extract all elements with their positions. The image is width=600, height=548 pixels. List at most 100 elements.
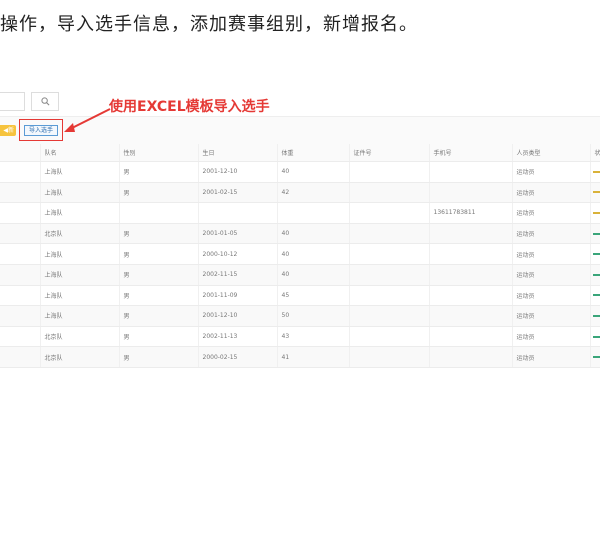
column-header[interactable]: 队名 xyxy=(40,144,120,162)
cell-text xyxy=(0,251,4,258)
cell-text: 运动员 xyxy=(516,272,535,280)
cell-text: 运动员 xyxy=(516,354,535,362)
column-header-label: 手机号 xyxy=(433,150,452,157)
cell-text: 男 xyxy=(123,313,130,321)
table-cell: 男 xyxy=(119,182,199,204)
table-cell: 运动员 xyxy=(512,305,591,327)
table-cell xyxy=(590,285,600,307)
table-cell xyxy=(0,305,41,327)
table-cell: 2001-02-15 xyxy=(198,182,278,204)
status-badge xyxy=(592,335,599,338)
column-header[interactable] xyxy=(0,144,41,162)
cell-text xyxy=(430,354,434,361)
column-header[interactable]: 人员类型 xyxy=(512,144,591,162)
cell-text: 2002-11-13 xyxy=(202,333,238,341)
cell-text: 41 xyxy=(281,353,290,361)
table-cell: 运动员 xyxy=(512,243,591,265)
cell-text: 2001-02-15 xyxy=(202,188,238,196)
table-cell: 男 xyxy=(119,305,199,327)
table-row[interactable]: 上海队 男 2001-12-10 50 运动员 xyxy=(0,305,600,327)
cell-text: 2002-11-15 xyxy=(202,271,238,279)
table-cell xyxy=(429,285,513,307)
cell-text: 2000-10-12 xyxy=(202,250,238,258)
table-row[interactable]: 上海队 男 2000-10-12 40 运动员 xyxy=(0,243,600,265)
table-cell xyxy=(349,305,430,327)
cell-text: 上海队 xyxy=(44,169,63,177)
column-header[interactable]: 体重 xyxy=(277,144,350,162)
table-cell xyxy=(198,202,278,224)
cell-text xyxy=(0,230,4,237)
cell-text: 40 xyxy=(281,168,290,176)
status-badge xyxy=(592,356,599,359)
table-cell xyxy=(429,326,513,348)
table-cell xyxy=(349,346,430,368)
table-cell: 上海队 xyxy=(40,161,120,183)
table-cell: 2001-12-10 xyxy=(198,305,278,327)
table-cell: 运动员 xyxy=(512,182,591,204)
column-header[interactable]: 状 xyxy=(590,144,600,162)
table-header-row: 队名 性别 生日 体重 证件号 手机号 人员类型 状 xyxy=(0,144,600,162)
cell-text xyxy=(350,209,354,216)
cell-text: 13611783811 xyxy=(433,209,476,217)
table-cell: 43 xyxy=(277,326,350,348)
status-badge xyxy=(592,253,599,256)
cell-text xyxy=(0,168,4,175)
table-cell: 北京队 xyxy=(40,346,120,368)
data-grid-panel: ◀新 导入选手 使用EXCEL模板导入选手 队名 性别 生日 体重 证件号 手机号 人员类型… xyxy=(0,86,600,368)
table-cell xyxy=(590,264,600,286)
cell-text: 运动员 xyxy=(516,251,535,259)
table-cell: 运动员 xyxy=(512,223,591,245)
table-cell: 2002-11-15 xyxy=(198,264,278,286)
column-header[interactable]: 证件号 xyxy=(349,144,430,162)
cell-text: 男 xyxy=(123,189,130,197)
cell-text: 运动员 xyxy=(516,292,535,300)
column-header[interactable]: 手机号 xyxy=(429,144,513,162)
cell-text xyxy=(350,292,354,299)
cell-text xyxy=(430,292,434,299)
table-row[interactable]: 北京队 男 2001-01-05 40 运动员 xyxy=(0,223,600,245)
table-cell: 运动员 xyxy=(512,326,591,348)
cell-text: 男 xyxy=(123,169,130,177)
cell-text: 上海队 xyxy=(44,189,63,197)
column-header[interactable]: 生日 xyxy=(198,144,278,162)
table-row[interactable]: 北京队 男 2002-11-13 43 运动员 xyxy=(0,326,600,348)
cell-text xyxy=(350,189,354,196)
table-cell xyxy=(590,326,600,348)
table-cell xyxy=(590,202,600,224)
players-table: 队名 性别 生日 体重 证件号 手机号 人员类型状 上海队男 2001-12-10 40 运动员上… xyxy=(0,144,600,368)
table-row[interactable]: 上海队 男 2001-02-15 42 运动员 xyxy=(0,182,600,204)
cell-text: 42 xyxy=(281,188,290,196)
table-cell: 男 xyxy=(119,346,199,368)
cell-text: 40 xyxy=(281,230,290,238)
cell-text xyxy=(350,230,354,237)
table-cell: 上海队 xyxy=(40,182,120,204)
table-cell: 2001-01-05 xyxy=(198,223,278,245)
table-cell: 北京队 xyxy=(40,326,120,348)
table-cell: 运动员 xyxy=(512,285,591,307)
cell-text: 运动员 xyxy=(516,169,535,177)
cell-text: 45 xyxy=(281,291,290,299)
status-badge xyxy=(592,191,599,194)
column-header[interactable]: 性别 xyxy=(119,144,199,162)
cell-text: 北京队 xyxy=(44,231,63,239)
table-cell xyxy=(429,182,513,204)
table-cell: 运动员 xyxy=(512,264,591,286)
table-cell: 50 xyxy=(277,305,350,327)
table-cell xyxy=(349,326,430,348)
table-cell: 上海队 xyxy=(40,305,120,327)
table-row[interactable]: 北京队 男 2000-02-15 41 运动员 xyxy=(0,346,600,368)
table-cell: 上海队 xyxy=(40,202,120,224)
table-row[interactable]: 上海队 13611783811 运动员 xyxy=(0,202,600,224)
cell-text xyxy=(0,189,4,196)
table-cell: 男 xyxy=(119,223,199,245)
annotation-text: 使用EXCEL模板导入选手 xyxy=(109,99,270,115)
table-row[interactable]: 上海队 男 2001-12-10 40 运动员 xyxy=(0,161,600,183)
cell-text: 上海队 xyxy=(44,313,63,321)
table-row[interactable]: 上海队 男 2001-11-09 45 运动员 xyxy=(0,285,600,307)
cell-text: 2001-11-09 xyxy=(202,291,238,299)
table-cell: 运动员 xyxy=(512,202,591,224)
table-row[interactable]: 上海队 男 2002-11-15 40 运动员 xyxy=(0,264,600,286)
cell-text: 男 xyxy=(123,272,130,280)
table-cell xyxy=(590,161,600,183)
cell-text: 2001-01-05 xyxy=(202,230,238,238)
